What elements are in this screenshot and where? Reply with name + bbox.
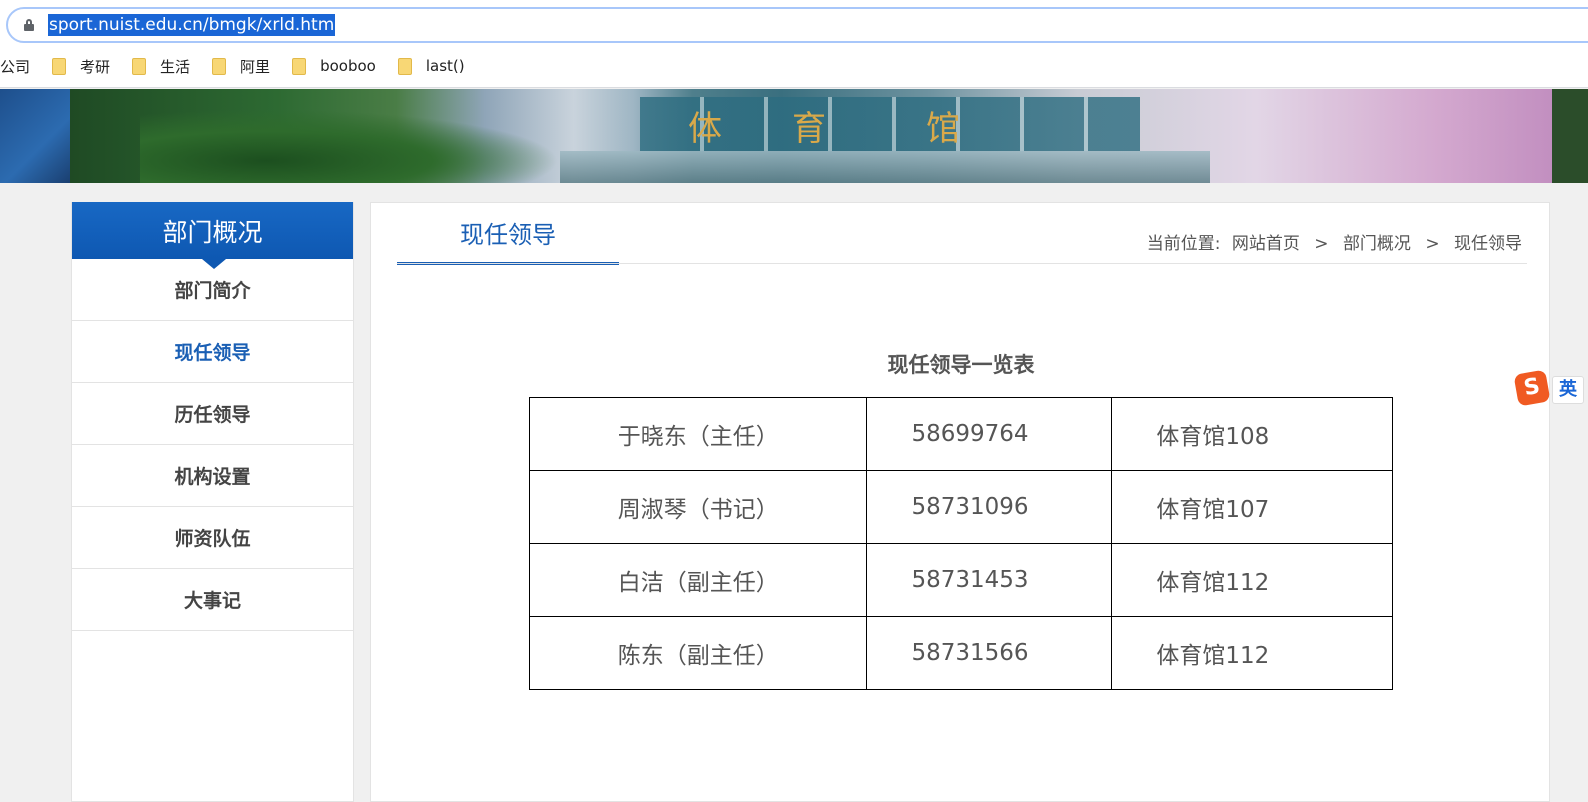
ime-toolbar[interactable]: S 英 — [1513, 369, 1588, 407]
bookmark-label: 考研 — [80, 57, 111, 76]
breadcrumb-prefix: 当前位置: — [1146, 234, 1221, 254]
table-title: 现任领导一览表 — [887, 353, 1035, 377]
leader-name: 陈东（副主任） — [528, 616, 868, 690]
leader-name: 周淑琴（书记） — [528, 470, 868, 544]
sidebar-item-organization[interactable]: 机构设置 — [72, 445, 353, 507]
sidebar-item-former-leaders[interactable]: 历任领导 — [72, 383, 353, 445]
sidebar-item-faculty[interactable]: 师资队伍 — [72, 507, 353, 569]
sidebar-item-current-leaders[interactable]: 现任领导 — [72, 321, 353, 383]
breadcrumb: 当前位置: 网站首页 > 部门概况 > 现任领导 — [1144, 229, 1525, 254]
table-row: 于晓东（主任） 58699764 体育馆108 — [528, 397, 1393, 471]
sidebar-title-text: 部门概况 — [162, 217, 263, 247]
breadcrumb-current[interactable]: 现任领导 — [1454, 234, 1522, 254]
main-content: 现任领导 当前位置: 网站首页 > 部门概况 > 现任领导 现任领导一览表 于晓… — [370, 202, 1550, 802]
folder-icon — [397, 57, 412, 75]
bookmarks-bar: 公司 考研 生活 阿里 booboo last() — [0, 52, 487, 80]
leader-office: 体育馆107 — [1111, 470, 1393, 544]
leader-office: 体育馆112 — [1111, 543, 1393, 617]
building-char: 育 — [792, 109, 826, 149]
chrome-divider — [0, 87, 1588, 88]
bookmark-booboo[interactable]: booboo — [292, 57, 376, 75]
ime-mode-toggle[interactable]: 英 — [1552, 376, 1584, 404]
leaders-table: 于晓东（主任） 58699764 体育馆108 周淑琴（书记） 58731096… — [528, 397, 1393, 690]
leader-phone: 58699764 — [866, 397, 1113, 471]
address-bar[interactable]: sport.nuist.edu.cn/bmgk/xrld.htm — [6, 7, 1588, 43]
leader-office: 体育馆112 — [1111, 616, 1393, 690]
bookmark-last[interactable]: last() — [397, 57, 465, 75]
folder-icon — [292, 57, 307, 75]
lock-icon[interactable] — [24, 19, 34, 31]
bookmark-kaoyan[interactable]: 考研 — [52, 56, 110, 77]
building-char: 体 — [688, 109, 722, 149]
browser-chrome: sport.nuist.edu.cn/bmgk/xrld.htm 公司 考研 生… — [0, 0, 1588, 88]
leader-phone: 58731096 — [866, 470, 1113, 544]
bookmark-company[interactable]: 公司 — [0, 56, 30, 77]
sidebar-notch — [202, 259, 226, 269]
banner-canopy — [560, 151, 1210, 183]
table-row: 陈东（副主任） 58731566 体育馆112 — [528, 616, 1393, 690]
breadcrumb-home-link[interactable]: 网站首页 — [1232, 234, 1300, 254]
bookmark-label: 阿里 — [240, 57, 271, 76]
leader-phone: 58731566 — [866, 616, 1113, 690]
breadcrumb-separator: > — [1314, 234, 1329, 254]
sidebar-title: 部门概况 — [72, 202, 353, 269]
leader-office: 体育馆108 — [1111, 397, 1393, 471]
building-char: 馆 — [926, 109, 960, 149]
leader-name: 于晓东（主任） — [528, 397, 868, 471]
folder-icon — [132, 57, 147, 75]
bookmark-label: last() — [425, 57, 465, 75]
folder-icon — [52, 57, 67, 75]
header-banner: 体 育 馆 — [0, 89, 1588, 183]
sogou-logo-icon[interactable]: S — [1513, 369, 1551, 407]
leader-name: 白洁（副主任） — [528, 543, 868, 617]
bookmark-ali[interactable]: 阿里 — [212, 56, 270, 77]
bookmark-label: 公司 — [0, 57, 31, 76]
breadcrumb-separator: > — [1425, 234, 1440, 254]
table-row: 白洁（副主任） 58731453 体育馆112 — [528, 543, 1393, 617]
banner-left-decor — [0, 89, 70, 183]
bookmark-label: booboo — [320, 57, 376, 75]
bookmark-label: 生活 — [160, 57, 191, 76]
tab-divider — [397, 263, 1527, 264]
table-row: 周淑琴（书记） 58731096 体育馆107 — [528, 470, 1393, 544]
folder-icon — [212, 57, 227, 75]
leader-phone: 58731453 — [866, 543, 1113, 617]
gymnasium-photo: 体 育 馆 — [70, 89, 1552, 183]
sidebar-item-events[interactable]: 大事记 — [72, 569, 353, 631]
sidebar: 部门概况 部门简介 现任领导 历任领导 机构设置 师资队伍 大事记 — [71, 202, 354, 802]
tab-current-leaders[interactable]: 现任领导 — [397, 203, 619, 265]
banner-right-decor — [1552, 89, 1588, 183]
breadcrumb-section-link[interactable]: 部门概况 — [1343, 234, 1411, 254]
url-text[interactable]: sport.nuist.edu.cn/bmgk/xrld.htm — [48, 14, 336, 36]
bookmark-shenghuo[interactable]: 生活 — [132, 56, 190, 77]
banner-trees — [140, 109, 560, 183]
